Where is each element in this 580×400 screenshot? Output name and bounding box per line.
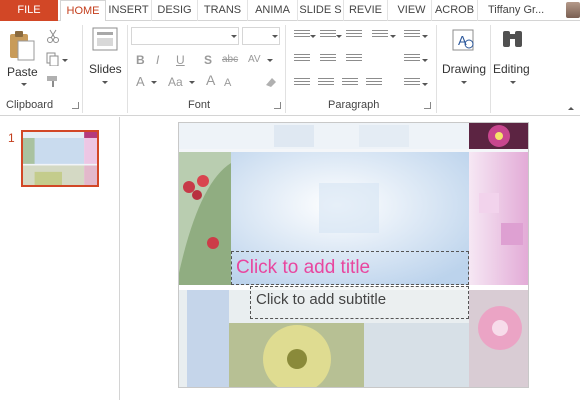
slide-canvas[interactable]: Click to add title Click to add subtitle: [178, 122, 529, 388]
tab-view[interactable]: VIEW: [392, 0, 432, 21]
character-spacing-icon[interactable]: AV: [248, 53, 261, 67]
font-color-icon[interactable]: A: [136, 75, 145, 89]
chevron-down-icon: [21, 83, 27, 86]
chevron-down-icon[interactable]: [189, 81, 195, 84]
paste-label: Paste: [7, 65, 38, 79]
chevron-down-icon: [461, 81, 467, 84]
underline-icon[interactable]: U: [176, 53, 185, 67]
text-direction-icon[interactable]: [404, 30, 420, 42]
drawing-label: Drawing: [442, 62, 487, 76]
chevron-down-icon: [102, 81, 108, 84]
paste-icon: [10, 31, 35, 61]
editing-button[interactable]: Editing: [492, 25, 534, 91]
tab-slide-show[interactable]: SLIDE S: [298, 0, 344, 21]
clipboard-group-label: Clipboard: [6, 99, 54, 111]
user-name[interactable]: Tiffany Gr...: [488, 0, 544, 21]
shrink-font-icon[interactable]: A: [224, 76, 231, 90]
title-placeholder-text: Click to add title: [236, 257, 371, 278]
group-divider: [82, 25, 83, 113]
subtitle-placeholder[interactable]: Click to add subtitle: [250, 286, 469, 319]
chevron-down-icon[interactable]: [422, 35, 428, 38]
format-painter-icon[interactable]: [46, 74, 60, 88]
ribbon-tab-bar: FILE HOME INSERT DESIG TRANS ANIMA SLIDE…: [0, 0, 580, 22]
chevron-down-icon[interactable]: [62, 59, 68, 62]
tab-transitions[interactable]: TRANS: [198, 0, 248, 21]
clear-formatting-icon[interactable]: [264, 75, 278, 89]
avatar[interactable]: [566, 2, 580, 18]
chevron-down-icon: [510, 81, 516, 84]
font-name-combo[interactable]: [131, 27, 239, 45]
slide-thumbnail-pane: 1: [0, 117, 120, 400]
font-size-combo[interactable]: [242, 27, 280, 45]
group-divider: [127, 25, 128, 113]
copy-icon[interactable]: [46, 52, 60, 66]
new-slide-icon: [92, 27, 118, 51]
chevron-down-icon[interactable]: [422, 83, 428, 86]
group-divider: [490, 25, 491, 113]
align-right-icon[interactable]: [342, 78, 358, 90]
chevron-down-icon: [272, 35, 278, 38]
increase-indent-icon[interactable]: [294, 54, 310, 66]
title-placeholder[interactable]: Click to add title: [231, 251, 469, 285]
chevron-down-icon[interactable]: [267, 59, 273, 62]
clipboard-launcher-icon[interactable]: [72, 102, 79, 109]
slide-thumbnail[interactable]: [21, 130, 99, 187]
columns-icon[interactable]: [320, 54, 336, 66]
justify-icon[interactable]: [366, 78, 382, 90]
drawing-icon: A: [452, 29, 474, 51]
convert-smartart-icon[interactable]: [404, 78, 420, 90]
italic-icon[interactable]: I: [156, 53, 159, 67]
bullets-icon[interactable]: [294, 30, 310, 42]
chevron-down-icon: [231, 35, 237, 38]
group-divider: [285, 25, 286, 113]
chevron-down-icon[interactable]: [390, 35, 396, 38]
paragraph-launcher-icon[interactable]: [424, 102, 431, 109]
font-group-label: Font: [188, 99, 211, 111]
tab-review[interactable]: REVIE: [344, 0, 388, 21]
chevron-down-icon[interactable]: [422, 59, 428, 62]
subtitle-placeholder-text: Click to add subtitle: [256, 291, 387, 308]
ribbon: Paste Clipboard Slides B I U S abc AV A …: [0, 21, 580, 116]
align-text-icon[interactable]: [346, 54, 362, 66]
change-case-icon[interactable]: Aa: [168, 75, 183, 89]
chevron-down-icon[interactable]: [310, 35, 316, 38]
numbering-icon[interactable]: [320, 30, 336, 42]
slide-number: 1: [8, 131, 15, 145]
collapse-ribbon-button[interactable]: [566, 105, 576, 113]
decrease-indent-icon[interactable]: [346, 30, 362, 42]
tab-acrobat[interactable]: ACROB: [432, 0, 478, 21]
strikethrough-icon[interactable]: abc: [222, 53, 238, 67]
group-divider: [436, 25, 437, 113]
line-spacing-icon[interactable]: [372, 30, 388, 42]
tab-insert[interactable]: INSERT: [106, 0, 152, 21]
tab-home[interactable]: HOME: [60, 0, 106, 22]
drawing-button[interactable]: A Drawing: [440, 25, 488, 91]
tab-design[interactable]: DESIG: [152, 0, 198, 21]
tab-animations[interactable]: ANIMA: [248, 0, 298, 21]
paste-button[interactable]: Paste: [5, 27, 41, 89]
chevron-down-icon[interactable]: [336, 35, 342, 38]
align-left-icon[interactable]: [294, 78, 310, 90]
slides-label: Slides: [89, 62, 122, 76]
chevron-up-icon: [568, 107, 574, 110]
shadow-icon[interactable]: S: [204, 53, 212, 67]
smartart-icon[interactable]: [404, 54, 420, 66]
tab-file[interactable]: FILE: [0, 0, 58, 21]
bold-icon[interactable]: B: [136, 53, 145, 67]
cut-icon[interactable]: [46, 29, 60, 43]
slides-button[interactable]: Slides: [86, 25, 124, 91]
slide-thumbnail-image: [23, 132, 97, 185]
font-launcher-icon[interactable]: [274, 102, 281, 109]
editing-label: Editing: [493, 62, 530, 76]
binoculars-icon: [503, 31, 522, 47]
center-icon[interactable]: [318, 78, 334, 90]
grow-font-icon[interactable]: A: [206, 73, 215, 87]
paragraph-group-label: Paragraph: [328, 99, 380, 111]
chevron-down-icon[interactable]: [151, 81, 157, 84]
slide-editing-area: Click to add title Click to add subtitle: [121, 117, 580, 400]
